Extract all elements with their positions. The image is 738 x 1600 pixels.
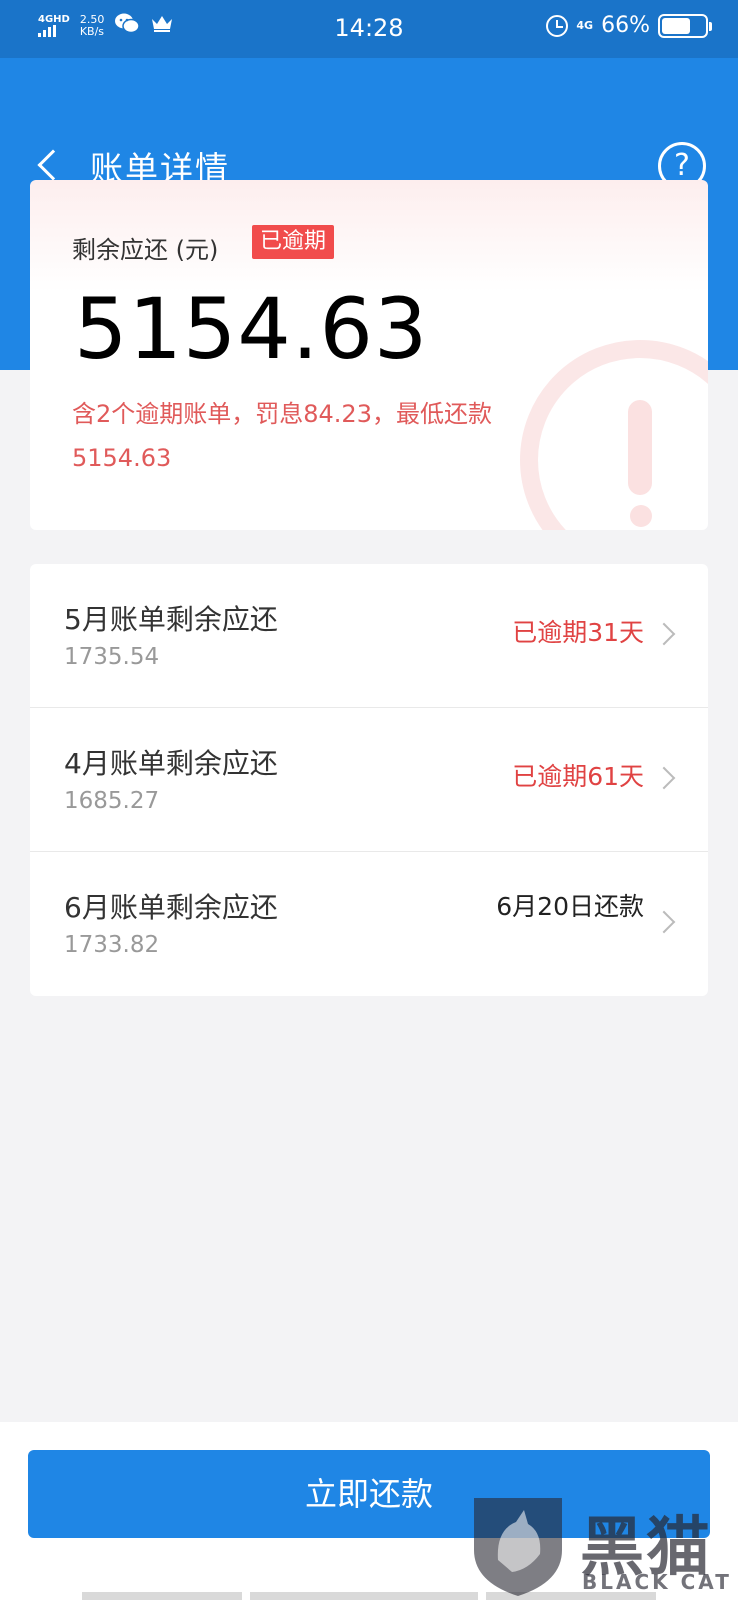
speed-value: 2.50: [79, 12, 105, 26]
bill-amount: 1735.54: [64, 644, 160, 670]
summary-card: 剩余应还 (元) 已逾期 5154.63 含2个逾期账单，罚息84.23，最低还…: [30, 180, 708, 530]
bill-row-may[interactable]: 5月账单剩余应还 1735.54 已逾期31天: [30, 564, 708, 708]
status-left: 4GHD 2.50 KB/s: [38, 12, 174, 39]
chevron-right-icon: [652, 910, 676, 934]
speed-unit: KB/s: [79, 24, 105, 38]
signal-indicator: 4GHD: [38, 14, 70, 37]
pay-now-button[interactable]: 立即还款: [28, 1450, 710, 1538]
chevron-left-icon: [37, 149, 69, 181]
nav-hint-bar: [486, 1592, 656, 1600]
overdue-note: 含2个逾期账单，罚息84.23，最低还款5154.63: [72, 400, 492, 472]
bill-status: 已逾期61天: [512, 762, 644, 791]
bill-amount: 1733.82: [64, 932, 160, 958]
chevron-right-icon: [652, 622, 676, 646]
network-4g: 4G: [576, 19, 594, 32]
status-right: 4G 66%: [546, 13, 712, 38]
bill-status: 6月20日还款: [496, 892, 644, 921]
crown-icon: [150, 13, 174, 38]
battery-percent: 66%: [601, 13, 650, 38]
chevron-right-icon: [652, 766, 676, 790]
alarm-icon: [546, 14, 569, 37]
warning-watermark-icon: [520, 340, 708, 530]
nav-hint-bar: [82, 1592, 242, 1600]
warning-mark: [628, 400, 652, 495]
bill-status: 已逾期31天: [512, 618, 644, 647]
bill-title: 5月账单剩余应还: [64, 603, 278, 636]
bill-row-june[interactable]: 6月账单剩余应还 1733.82 6月20日还款: [30, 852, 708, 996]
bill-row-april[interactable]: 4月账单剩余应还 1685.27 已逾期61天: [30, 708, 708, 852]
status-bar: 4GHD 2.50 KB/s 14:28 4G 66%: [0, 0, 738, 58]
bill-title: 6月账单剩余应还: [64, 891, 278, 924]
bill-amount: 1685.27: [64, 788, 160, 814]
network-speed: 2.50 KB/s: [79, 12, 105, 38]
signal-bars-icon: [38, 25, 56, 37]
wechat-icon: [114, 12, 141, 39]
bill-list: 5月账单剩余应还 1735.54 已逾期31天 4月账单剩余应还 1685.27…: [30, 564, 708, 996]
overdue-badge: 已逾期: [252, 225, 335, 259]
remaining-label: 剩余应还 (元): [72, 236, 219, 264]
bill-title: 4月账单剩余应还: [64, 747, 278, 780]
network-type: 4GHD: [38, 14, 70, 25]
remaining-amount: 5154.63: [74, 280, 429, 378]
nav-hint-bar: [250, 1592, 478, 1600]
battery-icon: [658, 13, 712, 38]
warning-dot: [630, 505, 652, 527]
